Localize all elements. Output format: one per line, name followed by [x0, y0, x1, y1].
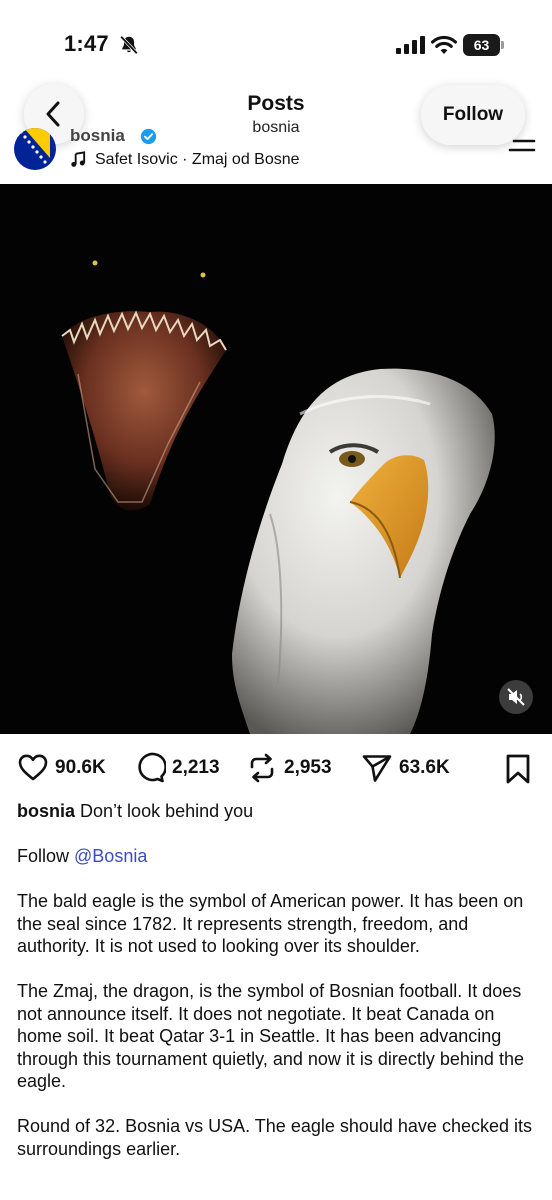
caption-username[interactable]: bosnia [17, 801, 75, 821]
caption-paragraph-2: The Zmaj, the dragon, is the symbol of B… [17, 981, 524, 1091]
comment-count: 2,213 [172, 757, 220, 778]
caption-headline: bosnia Don’t look behind you [17, 800, 542, 823]
send-icon [362, 755, 392, 782]
caption-paragraph-3: Round of 32. Bosnia vs USA. The eagle sh… [17, 1116, 532, 1159]
audio-track[interactable]: Safet Isovic · Zmaj od Bosne [95, 151, 300, 169]
mention-link[interactable]: @Bosnia [74, 846, 147, 866]
caption-follow-line: Follow @Bosnia [17, 845, 542, 868]
caption-follow-prefix: Follow [17, 846, 70, 866]
page-subtitle: bosnia [252, 119, 300, 136]
comment-action[interactable]: 2,213 [134, 748, 220, 788]
action-bar: 90.6K 2,213 2,953 63.6K [0, 748, 552, 788]
wifi-icon [431, 35, 457, 54]
music-note-icon [71, 151, 86, 167]
chevron-left-icon [46, 101, 60, 127]
repost-icon [250, 753, 274, 783]
bell-slash-icon [120, 35, 138, 55]
battery-level: 63 [463, 34, 500, 56]
battery-tip [501, 41, 504, 49]
battery-icon: 63 [463, 34, 505, 56]
mute-button[interactable] [499, 680, 533, 714]
share-action[interactable]: 63.6K [361, 748, 450, 788]
page-title: Posts [247, 92, 305, 115]
status-bar: 1:47 63 [0, 0, 552, 90]
post-media[interactable] [0, 184, 552, 734]
bosnia-flag-avatar [14, 128, 56, 170]
share-count: 63.6K [399, 757, 450, 778]
caption-headline-text: Don’t look behind you [80, 801, 254, 821]
like-action[interactable]: 90.6K [17, 748, 106, 788]
post-username[interactable]: bosnia [70, 126, 125, 146]
comment-icon [138, 752, 166, 783]
verified-badge-icon [140, 128, 157, 145]
repost-count: 2,953 [284, 757, 332, 778]
cellular-signal-icon [396, 36, 425, 54]
heart-icon [18, 754, 48, 781]
like-count: 90.6K [55, 757, 106, 778]
caption-paragraph-1: The bald eagle is the symbol of American… [17, 891, 524, 956]
post-caption: bosnia Don’t look behind you Follow @Bos… [17, 800, 542, 1183]
dragon-and-eagle-image [61, 260, 495, 734]
repost-action[interactable]: 2,953 [246, 748, 332, 788]
avatar[interactable] [14, 128, 56, 170]
bookmark-icon[interactable] [504, 754, 532, 784]
menu-lines-icon[interactable] [508, 138, 536, 158]
follow-button[interactable]: Follow [421, 85, 525, 145]
status-time: 1:47 [64, 31, 109, 56]
speaker-muted-icon [507, 688, 525, 706]
